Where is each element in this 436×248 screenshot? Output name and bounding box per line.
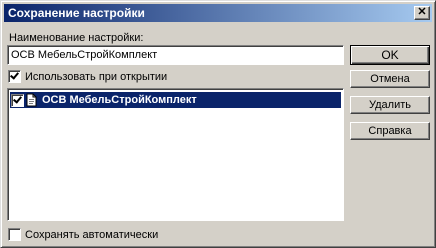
ok-button[interactable]: OK: [350, 45, 430, 65]
close-button[interactable]: ✕: [414, 6, 430, 20]
save-settings-dialog: Сохранение настройки ✕ Наименование наст…: [0, 0, 436, 248]
use-on-open-check-icon[interactable]: [8, 70, 21, 83]
auto-save-check-icon[interactable]: [8, 228, 21, 241]
document-icon: [26, 93, 37, 107]
title-bar[interactable]: Сохранение настройки ✕: [4, 4, 432, 22]
list-item-label: ОСВ МебельСтройКомплект: [42, 94, 197, 106]
window-title: Сохранение настройки: [8, 6, 145, 20]
list-item-check-icon[interactable]: [11, 93, 24, 107]
use-on-open-label: Использовать при открытии: [25, 70, 168, 83]
list-item[interactable]: ОСВ МебельСтройКомплект: [10, 92, 341, 108]
delete-button[interactable]: Удалить: [350, 96, 430, 114]
auto-save-checkbox[interactable]: Сохранять автоматически: [8, 228, 158, 241]
settings-list[interactable]: ОСВ МебельСтройКомплект: [7, 88, 344, 221]
use-on-open-checkbox[interactable]: Использовать при открытии: [8, 70, 167, 83]
auto-save-label: Сохранять автоматически: [25, 228, 159, 241]
cancel-button[interactable]: Отмена: [350, 70, 430, 88]
settings-name-label: Наименование настройки:: [9, 32, 144, 44]
close-icon: ✕: [417, 6, 427, 18]
help-button[interactable]: Справка: [350, 122, 430, 140]
settings-name-input[interactable]: [7, 45, 344, 65]
